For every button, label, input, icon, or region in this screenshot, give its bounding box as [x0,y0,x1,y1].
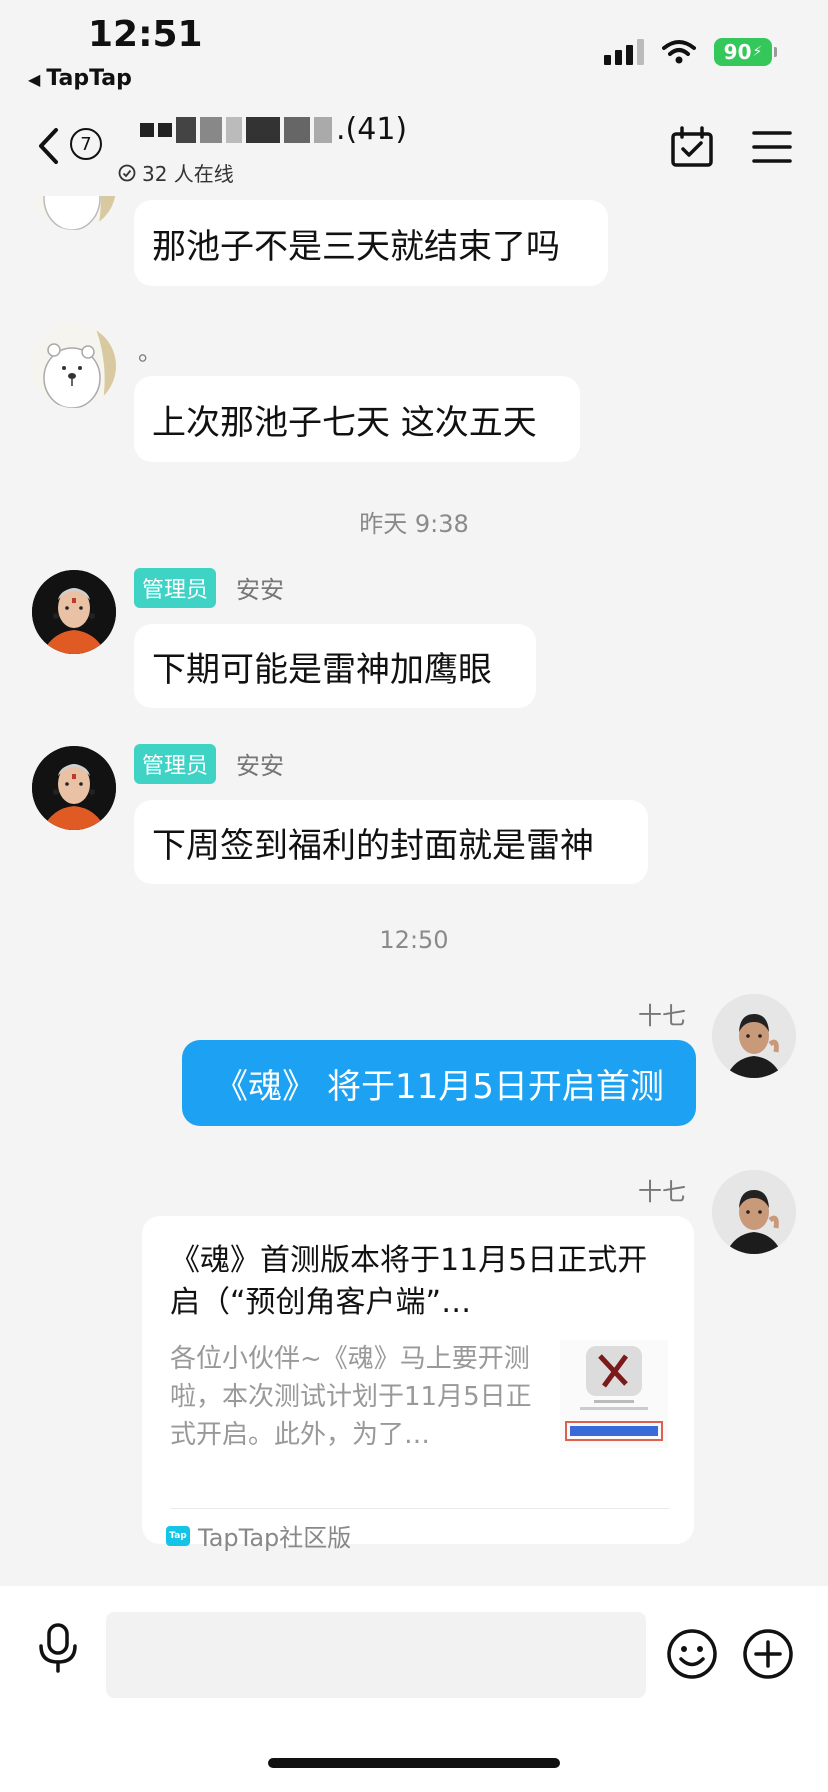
sender-name: 安安 [236,752,284,780]
message-text: 下周签到福利的封面就是雷神 [152,825,594,866]
boy-avatar-icon [712,1170,796,1254]
back-triangle-icon: ◀ [28,70,41,89]
home-indicator [268,1758,560,1768]
avatar[interactable] [32,746,116,830]
back-app-label: TapTap [46,66,132,91]
sender-name: 十七 [638,1002,686,1030]
plus-icon[interactable] [742,1628,794,1680]
battery-indicator: 90 ⚡ [714,38,777,66]
card-description: 各位小伙伴~《魂》马上要开测啦，本次测试计划于11月5日正式开启。此外，为了… [170,1344,532,1450]
timestamp: 昨天 9:38 [359,510,469,538]
calendar-check-icon[interactable] [670,126,714,168]
timestamp: 12:50 [379,926,449,954]
sender-name: 安安 [236,576,284,604]
message-bubble[interactable]: 下周签到福利的封面就是雷神 [134,800,648,884]
monk-avatar-icon [32,746,116,830]
chat-messages[interactable]: 那池子不是三天就结束了吗 。 上次那池子七天 这次五天 昨天 9:38 管理员 … [0,196,828,1586]
back-arrow-icon[interactable] [36,126,60,166]
taptap-logo-icon: Tap [166,1525,190,1546]
bear-avatar-icon [32,324,116,408]
status-indicators: 90 ⚡ [604,38,777,66]
status-time: 12:51 [88,14,203,55]
link-card[interactable]: 《魂》首测版本将于11月5日正式开启（“预创角客户端”… 各位小伙伴~《魂》马上… [142,1216,694,1552]
message-text: 下期可能是雷神加鹰眼 [152,649,492,690]
online-count: 32 人在线 [142,162,234,186]
emoji-icon[interactable] [666,1628,718,1680]
unread-count-badge: 7 [70,128,102,160]
outgoing-message-bubble[interactable]: 《魂》 将于11月5日开启首测 [182,1040,696,1126]
back-to-app-link[interactable]: ◀ TapTap [28,66,132,91]
message-text: 《魂》 将于11月5日开启首测 [214,1066,664,1107]
microphone-icon[interactable] [36,1622,80,1674]
member-count: .(41) [336,112,408,147]
avatar[interactable] [32,196,116,230]
redacted-group-name [140,116,332,143]
avatar[interactable] [32,324,116,408]
message-input[interactable] [106,1612,646,1698]
wifi-icon [662,40,696,64]
menu-icon[interactable] [752,130,792,164]
sender-name: 十七 [638,1178,686,1206]
card-title: 《魂》首测版本将于11月5日正式开启（“预创角客户端”… [170,1243,648,1320]
charging-icon: ⚡ [752,44,763,60]
online-icon [118,164,136,181]
group-title[interactable]: .(41) [140,112,407,147]
cellular-signal-icon [604,39,644,65]
online-status: 32 人在线 [118,158,234,187]
avatar[interactable] [32,570,116,654]
message-bubble[interactable]: 下期可能是雷神加鹰眼 [134,624,536,708]
message-bubble[interactable]: 那池子不是三天就结束了吗 [134,200,608,286]
avatar[interactable] [712,1170,796,1254]
avatar[interactable] [712,994,796,1078]
card-divider [170,1508,670,1509]
battery-level: 90 [723,40,752,64]
card-thumbnail [560,1340,668,1448]
admin-badge: 管理员 [134,744,217,784]
message-text: 那池子不是三天就结束了吗 [152,226,560,267]
bear-avatar-icon [32,196,116,230]
chat-header: 7 .(41) 32 人在线 [0,96,828,196]
boy-avatar-icon [712,994,796,1078]
message-text: 上次那池子七天 这次五天 [152,402,537,443]
admin-badge: 管理员 [134,568,217,608]
taptap-logo-text: Tap [169,1530,187,1541]
message-bubble[interactable]: 上次那池子七天 这次五天 [134,376,580,462]
sender-name: 。 [138,338,162,366]
monk-avatar-icon [32,570,116,654]
game-thumbnail-icon [560,1340,668,1448]
card-source: Tap TapTap社区版 [166,1518,351,1553]
input-bar [0,1586,828,1792]
card-source-label: TapTap社区版 [198,1524,352,1552]
